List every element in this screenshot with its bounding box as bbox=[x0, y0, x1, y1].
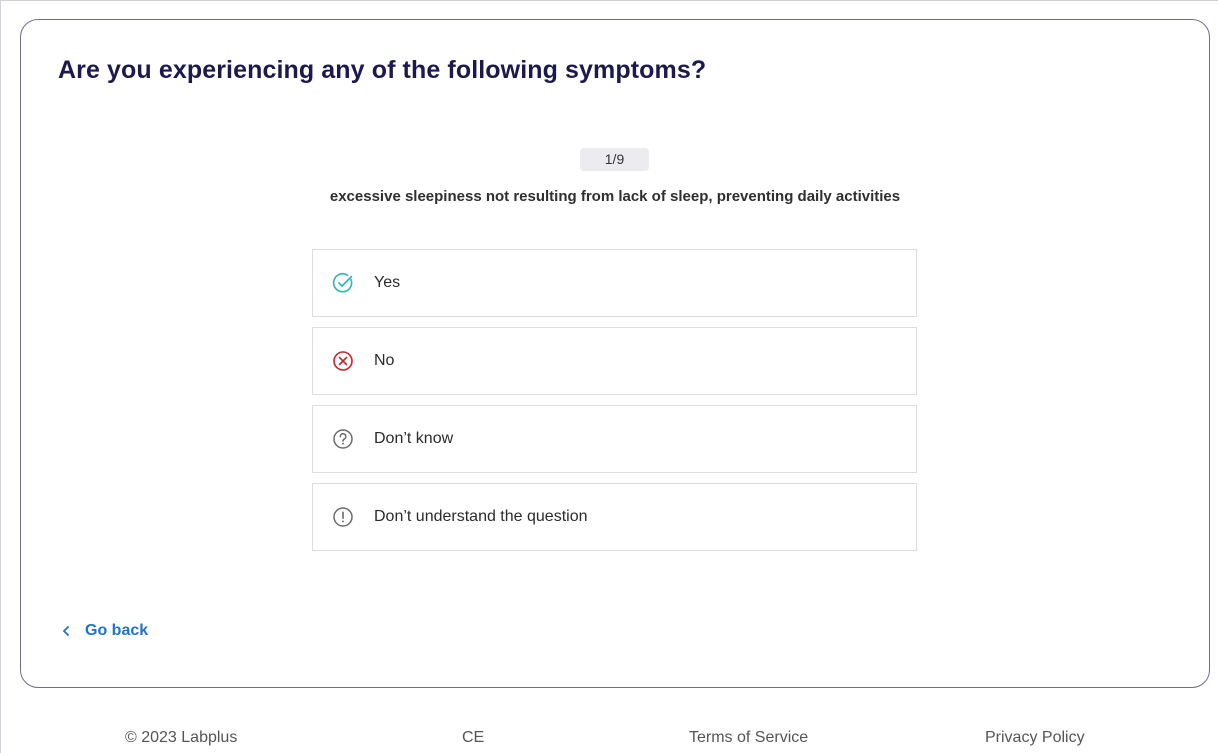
answer-label: Don’t understand the question bbox=[374, 508, 588, 525]
go-back-link[interactable]: Go back bbox=[61, 622, 148, 640]
answer-option-yes[interactable]: Yes bbox=[312, 249, 917, 317]
exclamation-circle-icon bbox=[332, 506, 354, 528]
answer-label: No bbox=[374, 352, 395, 369]
privacy-policy-link[interactable]: Privacy Policy bbox=[985, 729, 1085, 747]
ce-mark-link[interactable]: CE bbox=[462, 729, 484, 747]
go-back-label: Go back bbox=[85, 622, 149, 639]
survey-card: Are you experiencing any of the followin… bbox=[20, 19, 1210, 688]
answer-label: Don’t know bbox=[374, 430, 454, 447]
terms-of-service-link[interactable]: Terms of Service bbox=[689, 729, 808, 747]
copyright-text: © 2023 Labplus bbox=[125, 729, 238, 746]
answer-label: Yes bbox=[374, 274, 401, 291]
answer-options: Yes No Don’t know Don’t understand the q… bbox=[312, 249, 917, 561]
question-circle-icon bbox=[332, 428, 354, 450]
page-title: Are you experiencing any of the followin… bbox=[58, 56, 707, 84]
page: Are you experiencing any of the followin… bbox=[0, 0, 1218, 753]
chevron-left-icon bbox=[61, 625, 71, 637]
question-counter: 1/9 bbox=[580, 148, 649, 171]
question-text: excessive sleepiness not resulting from … bbox=[329, 188, 901, 205]
answer-option-no[interactable]: No bbox=[312, 327, 917, 395]
answer-option-dont-understand[interactable]: Don’t understand the question bbox=[312, 483, 917, 551]
check-circle-icon bbox=[332, 272, 354, 294]
x-circle-icon bbox=[332, 350, 354, 372]
answer-option-dont-know[interactable]: Don’t know bbox=[312, 405, 917, 473]
